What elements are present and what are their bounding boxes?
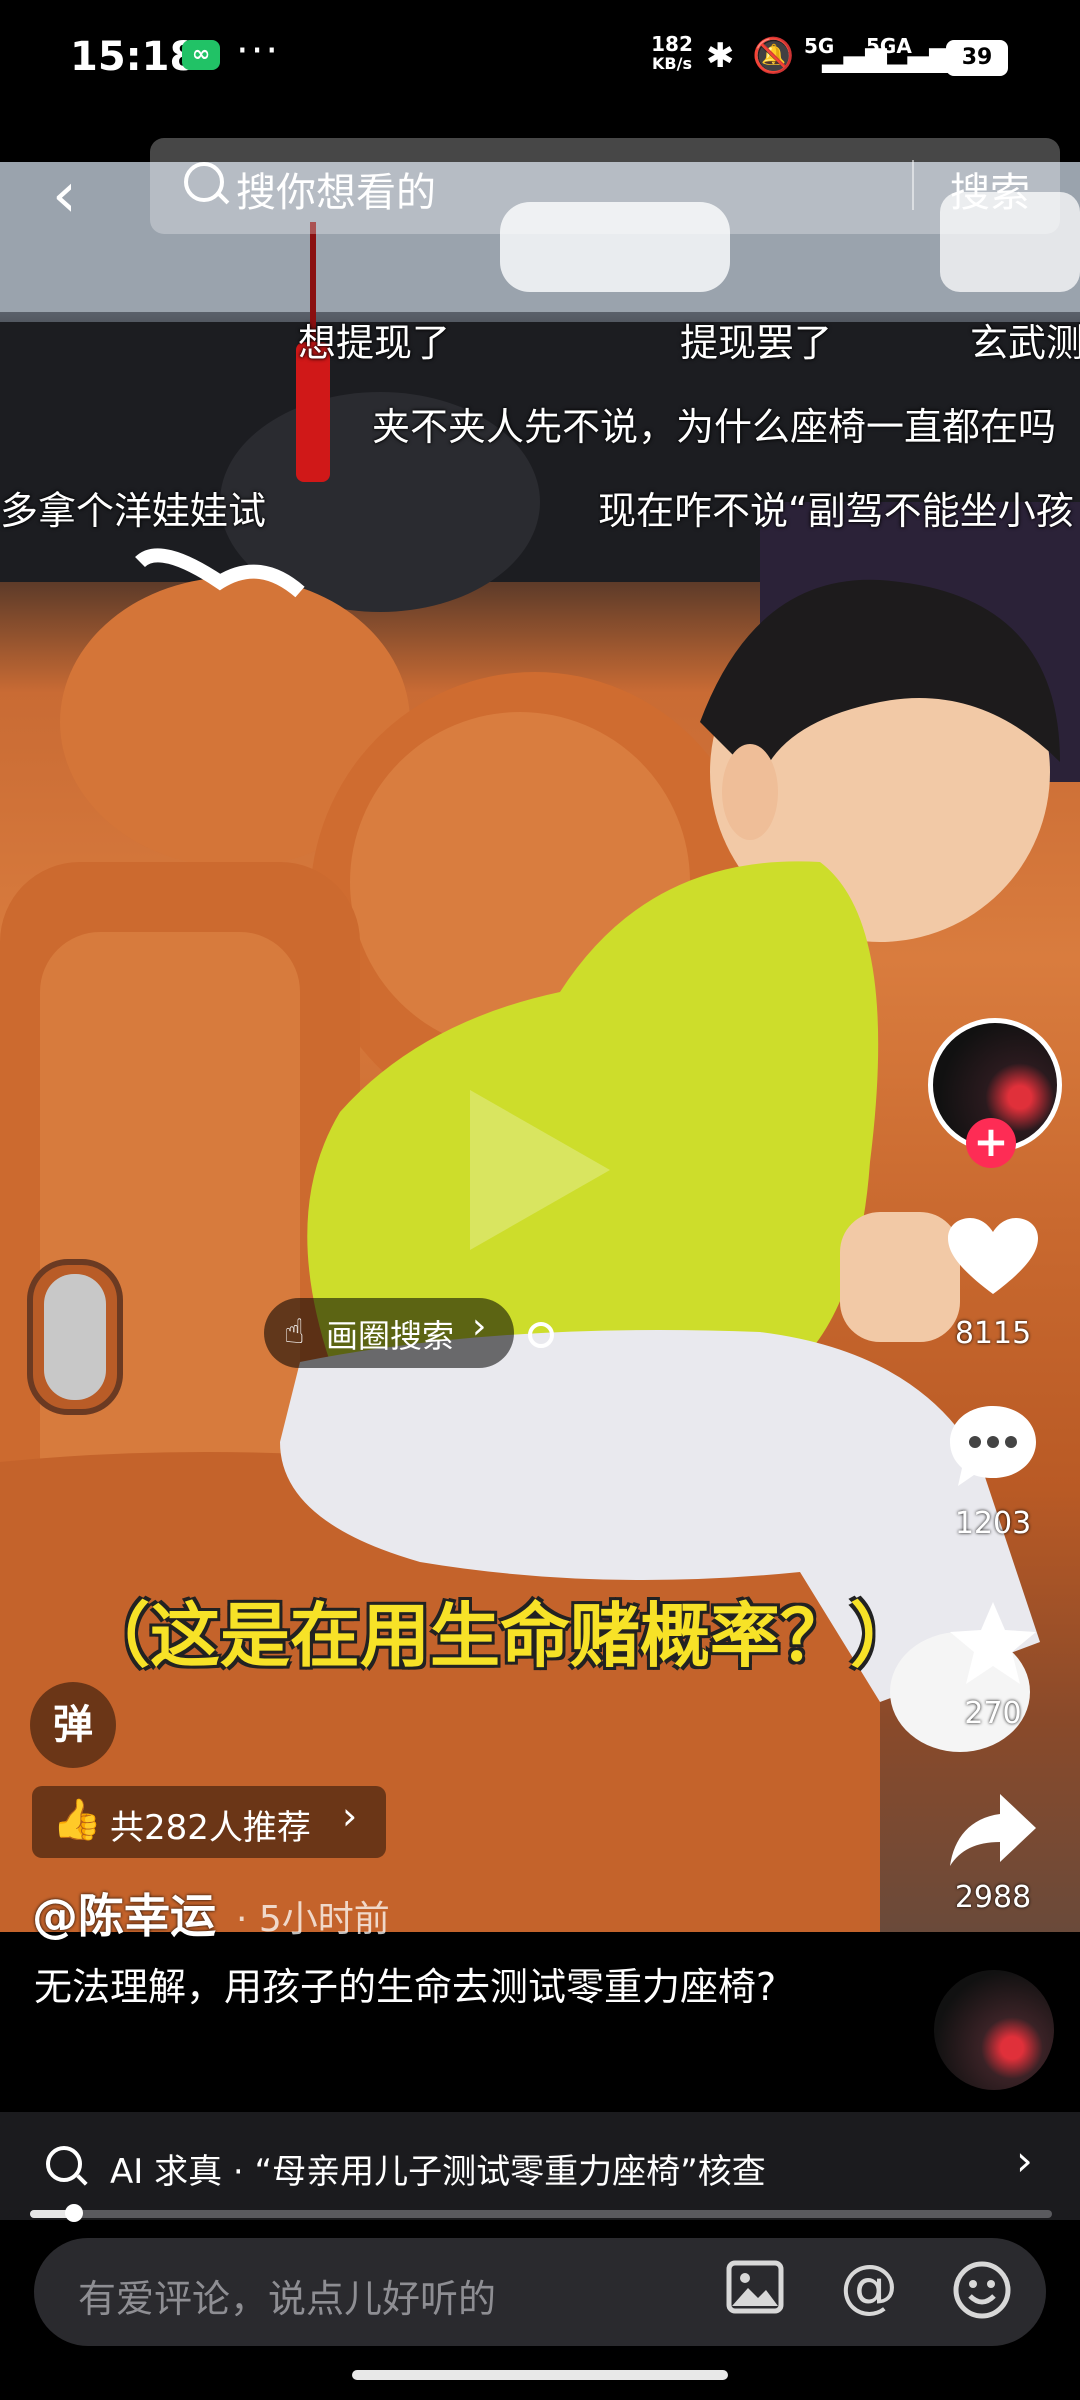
danmaku-comment: 夹不夹人先不说，为什么座椅一直都在吗 [372,405,1057,449]
video-progress-bar[interactable] [30,2210,1052,2218]
favorite-count: 270 [964,1696,1022,1731]
search-icon [46,2146,82,2182]
post-time: · 5小时前 [236,1899,390,1940]
danmaku-comment: 玄武测 [970,321,1080,365]
follow-plus-icon[interactable]: + [966,1118,1016,1168]
share-button[interactable] [948,1790,1038,1874]
signal-bars-icon-2: ▂▄▆ [886,40,951,73]
chevron-right-icon: › [472,1306,487,1347]
back-icon[interactable]: ‹ [52,158,77,231]
like-count: 8115 [954,1316,1032,1351]
image-icon[interactable] [726,2260,784,2328]
chevron-right-icon: › [1016,2136,1033,2185]
status-time: 15:18 [70,34,198,80]
drag-dot-icon[interactable] [528,1322,554,1348]
video-caption[interactable]: 无法理解，用孩子的生命去测试零重力座椅? [34,1955,814,2019]
ai-factcheck-text: AI 求真 · “母亲用儿子测试零重力座椅”核查 [110,2152,766,2192]
comment-placeholder: 有爱评论，说点儿好听的 [78,2277,497,2321]
comment-button[interactable] [948,1404,1038,1494]
music-disc-thumbnail[interactable] [934,1970,1054,2090]
video-progress-handle[interactable] [65,2204,83,2222]
search-input[interactable]: 搜你想看的 [236,160,436,218]
like-button[interactable] [948,1218,1038,1302]
danmaku-comment: 多拿个洋娃娃试 [0,489,267,533]
emoji-icon[interactable] [952,2260,1012,2334]
mention-icon[interactable]: @ [840,2252,898,2320]
search-icon [184,162,224,202]
danmaku-toggle-button[interactable]: 弹 [30,1682,116,1768]
battery-indicator: 39 [946,40,1008,76]
share-arrow-icon [950,1794,1036,1866]
app-notification-icon: ∞ [182,40,220,70]
comment-count: 1203 [954,1506,1032,1541]
home-indicator[interactable] [352,2370,728,2380]
heart-icon [948,1218,1038,1294]
comment-icon [950,1406,1036,1486]
mute-icon: 🔕 [752,36,795,76]
danmaku-comment: 现在咋不说“副驾不能坐小孩 [598,489,1074,533]
danmaku-comment: 提现罢了 [680,321,833,365]
search-button[interactable]: 搜索 [950,160,1030,218]
video-subtitle: （这是在用生命赌概率？） [80,1595,920,1677]
chevron-right-icon: › [342,1794,358,1838]
more-notifications-icon: ··· [236,28,281,74]
recommend-label: 共282人推荐 [110,1808,311,1848]
share-count: 2988 [954,1880,1032,1915]
bluetooth-icon: ✱ [706,36,735,76]
network-speed-value: 182 [651,32,693,56]
hand-tap-icon: ☝ [284,1312,305,1352]
danmaku-comment: 想提现了 [298,321,451,365]
thumbs-up-icon: 👍 [52,1797,102,1843]
play-icon[interactable] [470,1090,610,1250]
search-divider [912,160,914,210]
author-name[interactable]: @陈幸运 [32,1880,216,1946]
circle-search-label: 画圈搜索 [326,1317,455,1355]
network-speed-unit: KB/s [652,54,692,73]
network-speed: 182 KB/s [648,34,696,74]
